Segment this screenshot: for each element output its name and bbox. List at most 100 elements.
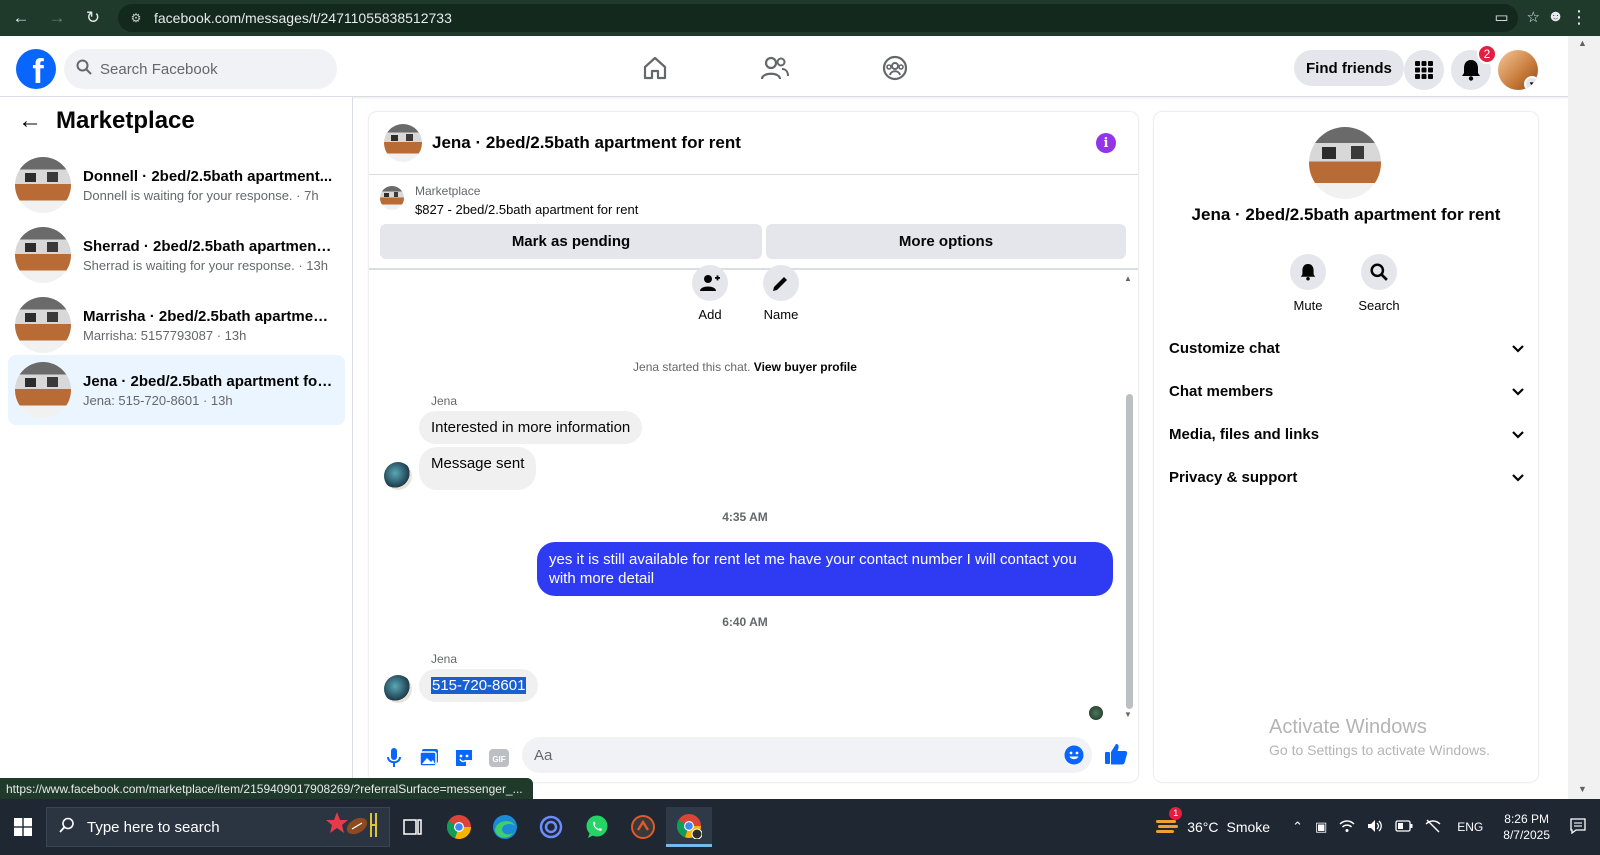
customize-chat-section[interactable]: Customize chat [1169, 328, 1524, 368]
chat-title[interactable]: Jena · 2bed/2.5bath apartment for rent [432, 133, 741, 153]
friends-icon[interactable] [750, 48, 800, 88]
chat-profile-image[interactable] [1309, 127, 1381, 199]
incoming-message[interactable]: Message sent [419, 447, 537, 490]
conversation-item[interactable]: Marrisha · 2bed/2.5bath apartmen... Marr… [8, 290, 345, 360]
pencil-icon [763, 265, 799, 301]
emoji-icon[interactable] [1064, 745, 1084, 770]
privacy-support-section[interactable]: Privacy & support [1169, 457, 1524, 497]
reload-icon[interactable]: ↻ [78, 3, 108, 33]
home-icon[interactable] [630, 48, 680, 88]
scroll-down-icon[interactable]: ▼ [1578, 784, 1587, 794]
incoming-message[interactable]: Interested in more information [419, 411, 643, 444]
wifi-icon[interactable] [1339, 819, 1355, 836]
groups-icon[interactable] [870, 48, 920, 88]
task-view-icon[interactable] [390, 807, 436, 847]
facebook-logo-icon[interactable]: f [16, 49, 56, 89]
weather-widget[interactable]: 1 36°C Smoke [1155, 806, 1270, 839]
mark-as-pending-button[interactable]: Mark as pending [380, 224, 762, 259]
edge-app-icon[interactable] [482, 807, 528, 847]
scroll-up-icon[interactable]: ▲ [1124, 274, 1132, 283]
vpn-app-icon[interactable] [620, 807, 666, 847]
chrome-menu-icon[interactable]: ⋮ [1570, 7, 1588, 28]
sender-avatar[interactable] [384, 462, 412, 490]
listing-small-thumbnail[interactable] [380, 186, 404, 210]
selected-phone-number[interactable]: 515-720-8601 [431, 677, 527, 694]
listing-label: Marketplace [415, 184, 481, 198]
mute-action[interactable]: Mute [1278, 254, 1338, 313]
scrollbar-thumb[interactable] [1126, 394, 1133, 709]
message-composer: GIF [369, 734, 1138, 782]
taskbar-search[interactable] [46, 807, 390, 847]
bookmark-star-icon[interactable]: ☆ [1527, 8, 1540, 26]
conversation-preview: Jena: 515-720-8601 · 13h [83, 392, 233, 408]
chat-members-section[interactable]: Chat members [1169, 371, 1524, 411]
conversation-item[interactable]: Sherrad · 2bed/2.5bath apartment... Sher… [8, 220, 345, 290]
football-icon [325, 810, 379, 845]
gif-icon[interactable]: GIF [485, 744, 513, 772]
account-avatar[interactable]: ▾ [1498, 50, 1538, 90]
conversation-preview: Marrisha: 5157793087 · 13h [83, 327, 247, 343]
conversation-name: Donnell · 2bed/2.5bath apartment... [83, 167, 333, 185]
find-friends-button[interactable]: Find friends [1294, 50, 1404, 86]
recorder-app-icon[interactable] [528, 807, 574, 847]
meet-now-icon[interactable]: ▣ [1315, 819, 1327, 835]
whatsapp-app-icon[interactable] [574, 807, 620, 847]
chevron-up-icon[interactable]: ⌃ [1292, 819, 1303, 835]
chrome-app-icon[interactable] [436, 807, 482, 847]
install-app-icon[interactable]: ▭ [1494, 8, 1508, 26]
address-bar[interactable]: ⚙ facebook.com/messages/t/24711055838512… [118, 4, 1518, 32]
chrome-profile-icon[interactable]: ☻ [1547, 8, 1564, 26]
chat-started-notice: Jena started this chat. View buyer profi… [369, 360, 1121, 374]
outgoing-message[interactable]: yes it is still available for rent let m… [537, 542, 1113, 596]
thumbs-up-icon[interactable] [1104, 743, 1128, 770]
network-off-icon[interactable] [1425, 819, 1441, 836]
view-buyer-profile-link[interactable]: View buyer profile [754, 360, 857, 374]
chat-scrollbar[interactable]: ▲ ▼ [1124, 274, 1134, 722]
taskbar-search-input[interactable] [87, 818, 257, 836]
conversation-preview: Donnell is waiting for your response. · … [83, 187, 319, 203]
chrome-profile-app-icon[interactable] [666, 807, 712, 847]
site-info-icon[interactable]: ⚙ [122, 4, 150, 32]
page-scrollbar[interactable]: ▲ ▼ [1568, 36, 1600, 799]
system-tray: 1 36°C Smoke ⌃ ▣ ENG 8:26 PM 8/7/2025 [1155, 799, 1600, 855]
photo-icon[interactable] [415, 744, 443, 772]
url-text[interactable]: facebook.com/messages/t/2471105583851273… [154, 10, 452, 26]
chat-thumbnail[interactable] [384, 124, 422, 162]
language-indicator[interactable]: ENG [1457, 820, 1483, 834]
name-chat-action[interactable]: Name [751, 265, 811, 322]
battery-icon[interactable] [1395, 819, 1413, 835]
volume-icon[interactable] [1367, 819, 1383, 836]
search-input[interactable] [100, 60, 320, 78]
search-label: Search [1358, 298, 1400, 313]
microphone-icon[interactable] [380, 744, 408, 772]
notification-center-icon[interactable] [1570, 817, 1586, 837]
chevron-down-icon [1512, 340, 1524, 357]
info-icon[interactable]: i [1096, 133, 1116, 153]
windows-start-icon[interactable] [0, 807, 46, 847]
sticker-icon[interactable] [450, 744, 478, 772]
conversation-item-active[interactable]: Jena · 2bed/2.5bath apartment for... Jen… [8, 355, 345, 425]
add-member-action[interactable]: Add [680, 265, 740, 322]
message-input-box[interactable] [522, 737, 1092, 773]
conversation-item[interactable]: Donnell · 2bed/2.5bath apartment... Donn… [8, 150, 345, 220]
more-options-button[interactable]: More options [766, 224, 1126, 259]
listing-banner: Marketplace $827 - 2bed/2.5bath apartmen… [369, 175, 1138, 270]
forward-icon[interactable]: → [42, 3, 72, 33]
menu-grid-icon[interactable] [1404, 50, 1444, 90]
listing-price[interactable]: $827 - 2bed/2.5bath apartment for rent [415, 202, 638, 217]
taskbar-clock[interactable]: 8:26 PM 8/7/2025 [1503, 811, 1550, 843]
back-arrow-icon[interactable]: ← [18, 107, 42, 135]
message-input[interactable] [534, 746, 1034, 764]
listing-thumbnail [15, 297, 71, 353]
scroll-down-icon[interactable]: ▼ [1124, 710, 1132, 719]
scroll-up-icon[interactable]: ▲ [1578, 38, 1587, 48]
incoming-message[interactable]: 515-720-8601 [419, 669, 539, 702]
back-icon[interactable]: ← [6, 3, 36, 33]
facebook-search[interactable] [64, 49, 337, 89]
search-action[interactable]: Search [1349, 254, 1409, 313]
browser-toolbar: ← → ↻ ⚙ facebook.com/messages/t/24711055… [0, 0, 1600, 36]
sender-avatar[interactable] [384, 675, 412, 703]
section-label: Privacy & support [1169, 468, 1298, 486]
conversation-preview: Sherrad is waiting for your response. · … [83, 257, 328, 273]
media-files-links-section[interactable]: Media, files and links [1169, 414, 1524, 454]
